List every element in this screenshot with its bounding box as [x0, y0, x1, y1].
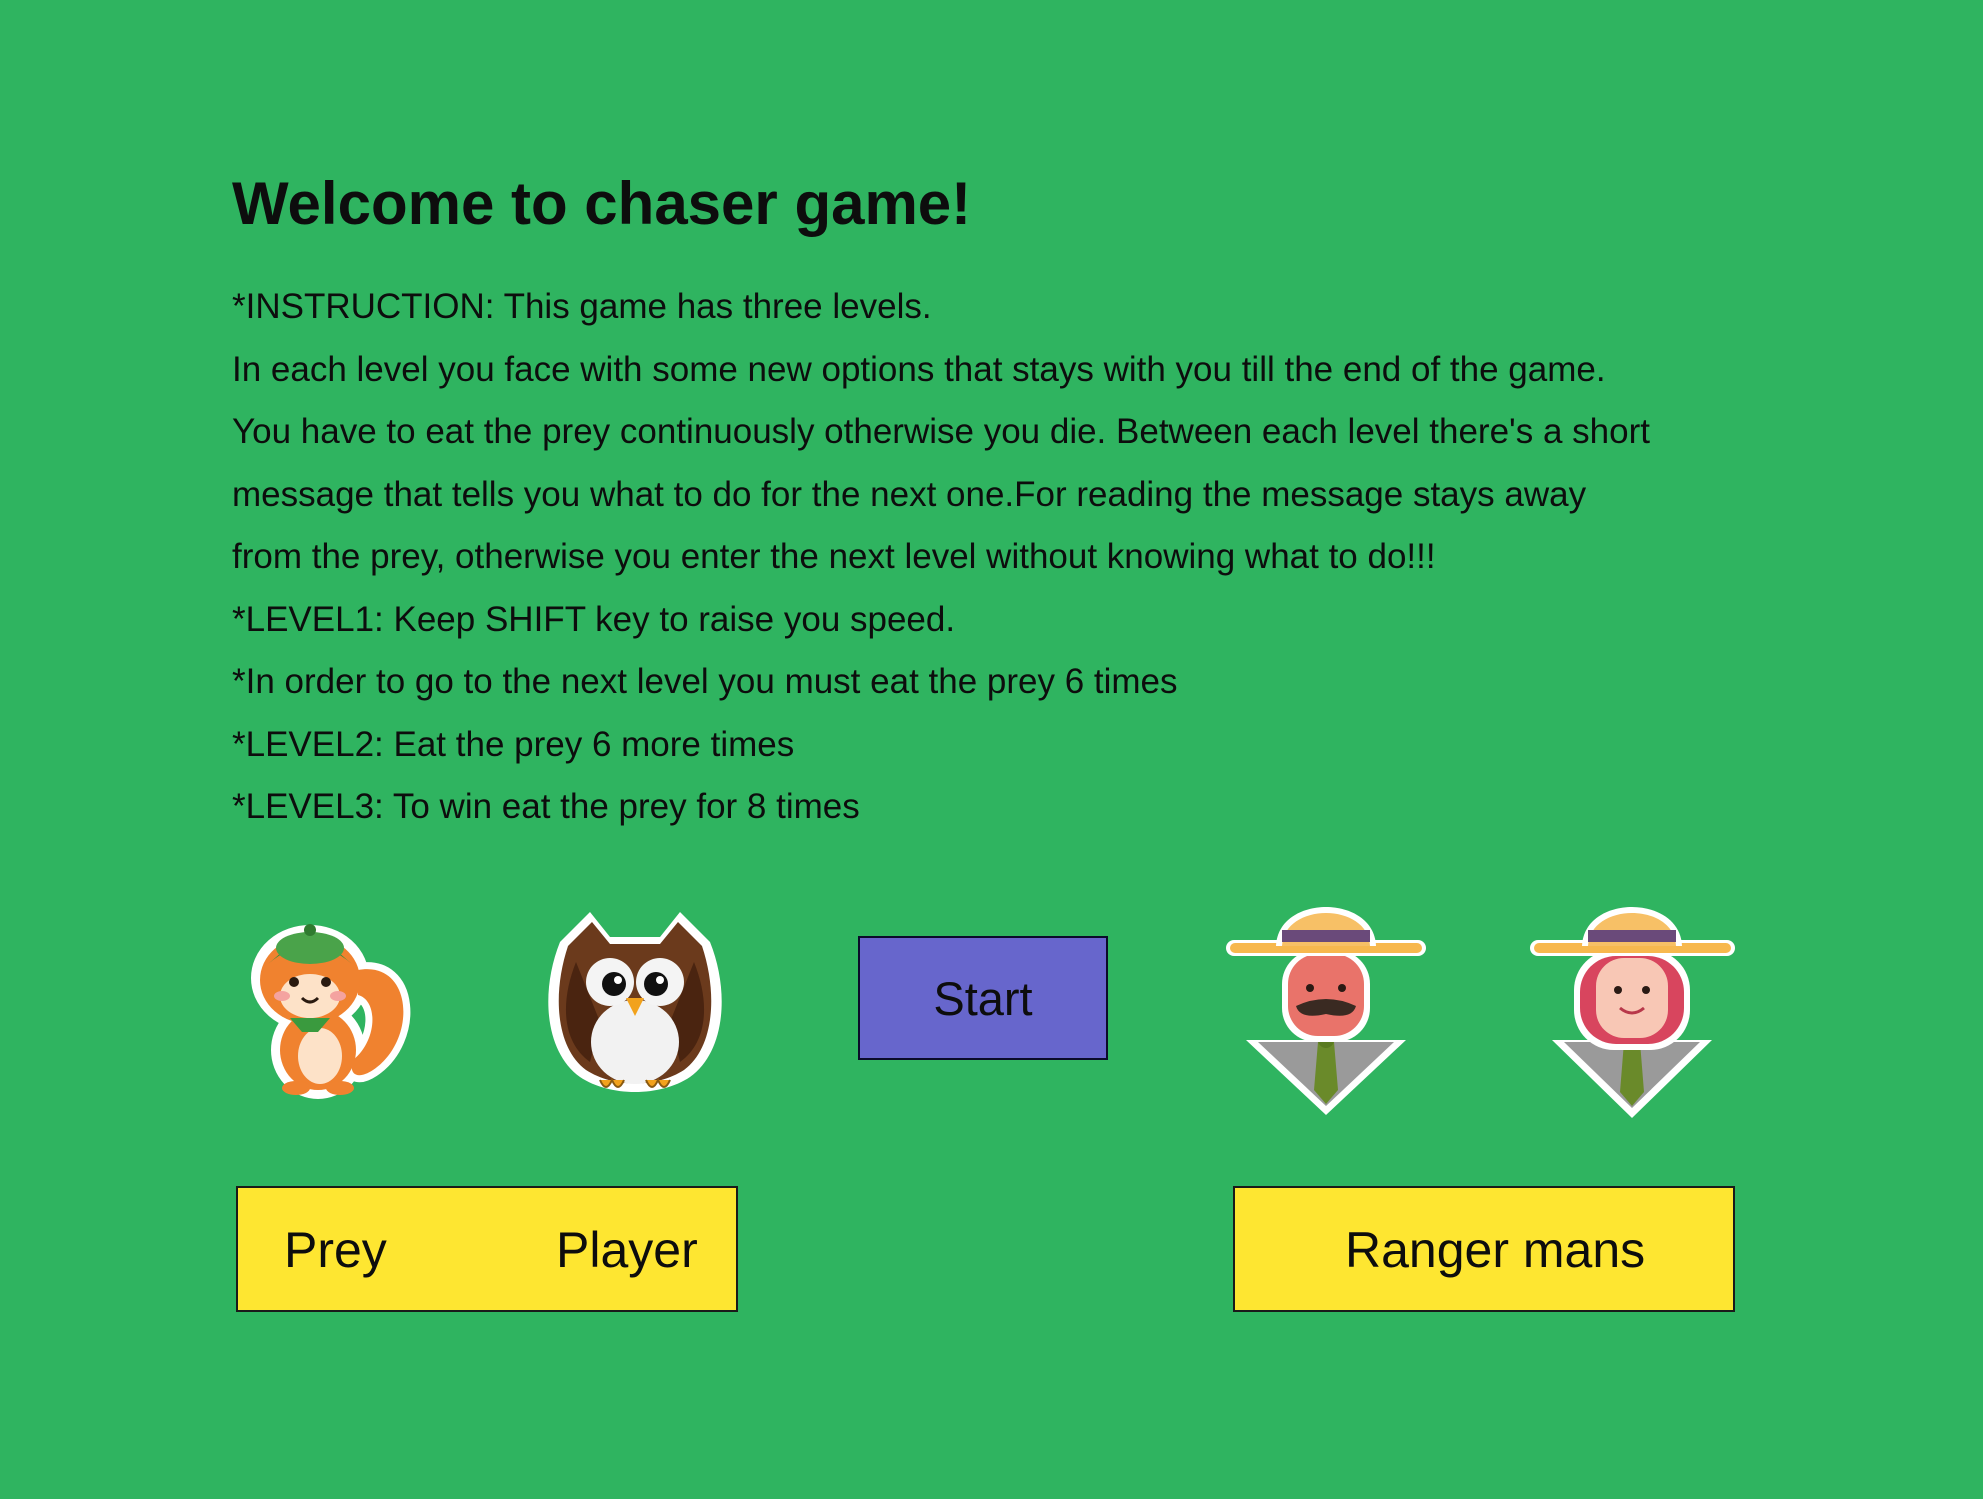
instruction-line: *INSTRUCTION: This game has three levels… [232, 287, 932, 326]
instruction-line: In each level you face with some new opt… [232, 349, 1606, 389]
instruction-line: *In order to go to the next level you mu… [232, 662, 1178, 701]
male-ranger-icon [1226, 890, 1426, 1115]
instruction-line: *LEVEL3: To win eat the prey for 8 times [232, 787, 860, 826]
page-title: Welcome to chaser game! [232, 170, 972, 237]
instruction-line: *LEVEL2: Eat the prey 6 more times [232, 724, 795, 764]
instructions-text: *INSTRUCTION: This game has three levels… [232, 276, 1772, 839]
prey-player-label-box: Prey Player [236, 1186, 738, 1312]
instruction-line: message that tells you what to do for th… [232, 474, 1587, 514]
instruction-line: *LEVEL1: Keep SHIFT key to raise you spe… [232, 599, 956, 639]
female-ranger-icon [1530, 890, 1735, 1118]
start-button[interactable]: Start [858, 936, 1108, 1060]
instruction-line: from the prey, otherwise you enter the n… [232, 537, 1436, 576]
rangers-label-box: Ranger mans [1233, 1186, 1735, 1312]
squirrel-icon [238, 900, 418, 1105]
instruction-line: You have to eat the prey continuously ot… [232, 412, 1650, 451]
player-label: Player [556, 1222, 698, 1278]
owl-icon [540, 902, 730, 1102]
rangers-label: Ranger mans [1345, 1222, 1646, 1278]
prey-label: Prey [284, 1222, 387, 1278]
